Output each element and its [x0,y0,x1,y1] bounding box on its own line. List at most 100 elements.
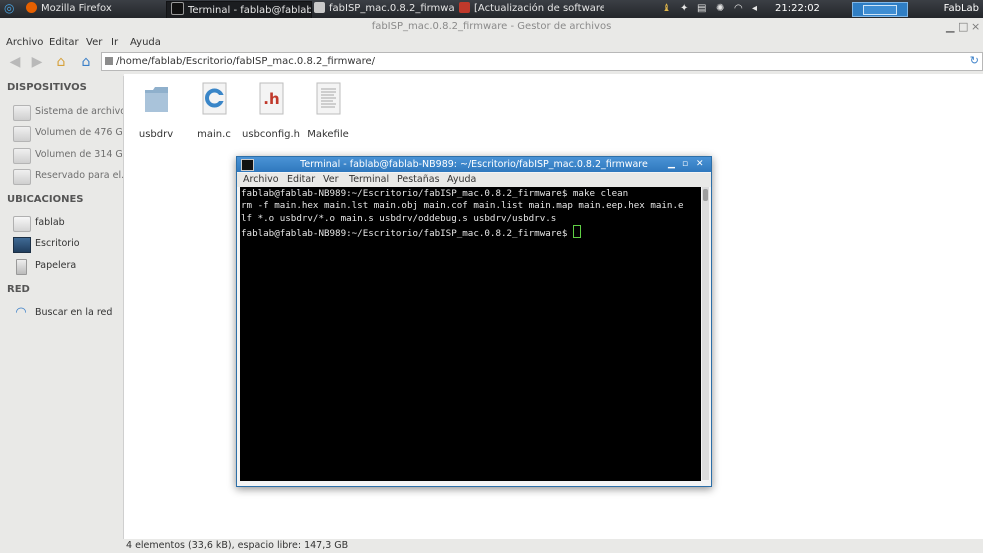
menu-ir[interactable]: Ir [111,35,118,50]
taskbar-file-manager[interactable]: fabISP_mac.0.8.2_firmwar... [310,1,454,17]
taskbar-software-update[interactable]: [Actualización de software] [455,1,604,17]
folder-icon [314,2,325,13]
back-icon[interactable]: ◀ [6,53,24,71]
terminal-line: rm -f main.hex main.lst main.obj main.co… [241,200,684,212]
drive-icon [13,169,31,185]
terminal-line: fablab@fablab-NB989:~/Escritorio/fabISP_… [241,188,629,199]
menu-terminal[interactable]: Terminal [349,173,389,187]
desktop-icon [13,237,31,253]
terminal-prompt: fablab@fablab-NB989:~/Escritorio/fabISP_… [241,227,573,239]
wifi-icon[interactable]: ◠ [734,2,743,16]
location-bar[interactable]: /home/fablab/Escritorio/fabISP_mac.0.8.2… [101,52,983,71]
file-name: Makefile [307,129,349,140]
c-source-icon [202,82,227,115]
h-header-icon: .h [259,82,284,115]
firefox-icon [26,2,37,13]
taskbar-terminal[interactable]: Terminal - fablab@fablab-... [166,1,312,19]
folder-icon [105,57,113,65]
sidebar-item-label: Papelera [35,260,77,271]
menu-ver[interactable]: Ver [86,35,102,50]
maximize-icon[interactable]: □ [958,20,968,33]
menu-archivo[interactable]: Archivo [243,173,279,187]
places-header: UBICACIONES [7,194,84,205]
power-icon[interactable]: ♝ [662,2,671,16]
terminal-window[interactable]: Terminal - fablab@fablab-NB989: ~/Escrit… [236,156,712,487]
location-path: /home/fablab/Escritorio/fabISP_mac.0.8.2… [116,56,376,67]
clock[interactable]: 21:22:02 [775,0,820,18]
settings-icon[interactable]: ✺ [716,2,724,16]
scrollbar-thumb[interactable] [703,189,708,201]
menu-ayuda[interactable]: Ayuda [447,173,476,187]
terminal-title: Terminal - fablab@fablab-NB989: ~/Escrit… [300,159,648,170]
window-title: fabISP_mac.0.8.2_firmware - Gestor de ar… [0,18,983,35]
taskbar-firefox[interactable]: Mozilla Firefox [22,1,166,17]
drive-icon [13,148,31,164]
folder-icon [145,87,168,112]
sidebar-item-label: Reservado para el... [35,170,123,181]
home-folder-icon [13,216,31,232]
terminal-scrollbar[interactable] [702,187,709,480]
network-header: RED [7,284,30,295]
workspace-name[interactable]: FabLab [944,0,979,18]
bluetooth-icon[interactable]: ✦ [680,2,688,16]
sidebar-item-label: Volumen de 476 GB [35,127,123,138]
volume-icon[interactable]: ◂ [752,2,757,16]
task-label: Mozilla Firefox [41,3,112,14]
menu-bar: Archivo Editar Ver Ir Ayuda [0,35,983,50]
menu-ver[interactable]: Ver [323,173,339,187]
sidebar-item-volume-476[interactable]: Volumen de 476 GB [13,125,123,143]
sidebar-item-label: Buscar en la red [35,307,113,318]
sidebar: DISPOSITIVOS Sistema de archivo... Volum… [0,76,123,539]
sidebar-item-reserved[interactable]: Reservado para el... [13,168,123,186]
trash-icon [16,259,27,275]
sidebar-item-fablab[interactable]: fablab [13,215,123,233]
sidebar-item-filesystem[interactable]: Sistema de archivo... [13,104,123,122]
workspace-switcher[interactable] [852,2,908,17]
up-icon[interactable]: ⌂ [52,53,70,71]
text-file-icon [316,82,341,115]
app-menu-icon[interactable]: ◎ [4,1,14,15]
forward-icon[interactable]: ▶ [28,53,46,71]
close-icon[interactable]: ✕ [696,157,704,172]
update-icon [459,2,470,13]
refresh-icon[interactable]: ↻ [970,54,979,67]
sidebar-item-label: Escritorio [35,238,80,249]
file-item-makefile[interactable]: Makefile [292,82,364,142]
home-icon[interactable]: ⌂ [77,53,95,71]
minimize-icon[interactable]: ▁ [946,20,954,33]
menu-pestanas[interactable]: Pestañas [397,173,440,187]
menu-ayuda[interactable]: Ayuda [130,35,161,50]
terminal-titlebar[interactable]: Terminal - fablab@fablab-NB989: ~/Escrit… [237,157,711,172]
terminal-icon [171,2,184,15]
status-bar: 4 elementos (33,6 kB), espacio libre: 14… [0,539,983,553]
clipboard-icon[interactable]: ▤ [697,2,706,16]
sidebar-item-volume-314[interactable]: Volumen de 314 GB [13,147,123,165]
terminal-prompt-line: fablab@fablab-NB989:~/Escritorio/fabISP_… [241,224,701,240]
network-icon: ◠ [15,305,27,320]
menu-editar[interactable]: Editar [49,35,79,50]
drive-icon [13,105,31,121]
svg-text:.h: .h [263,90,279,108]
sidebar-item-papelera[interactable]: Papelera [13,258,123,276]
sidebar-item-label: Volumen de 314 GB [35,149,123,160]
menu-editar[interactable]: Editar [287,173,315,187]
drive-icon [13,126,31,142]
terminal-menu-bar: Archivo Editar Ver Terminal Pestañas Ayu… [237,173,711,187]
terminal-line: lf *.o usbdrv/*.o main.s usbdrv/oddebug.… [241,212,557,224]
close-icon[interactable]: × [971,20,980,33]
sidebar-item-escritorio[interactable]: Escritorio [13,236,123,254]
devices-header: DISPOSITIVOS [7,82,87,93]
menu-archivo[interactable]: Archivo [6,35,43,50]
sidebar-item-label: fablab [35,217,65,228]
maximize-icon[interactable]: ▫ [682,157,688,172]
minimize-icon[interactable]: ▁ [668,157,675,172]
task-label: Terminal - fablab@fablab-... [188,5,311,16]
task-label: fabISP_mac.0.8.2_firmwar... [329,3,454,14]
sidebar-item-search-network[interactable]: ◠ Buscar en la red [13,305,123,323]
status-text: 4 elementos (33,6 kB), espacio libre: 14… [126,540,349,551]
sidebar-item-label: Sistema de archivo... [35,106,123,117]
task-label: [Actualización de software] [474,3,604,14]
terminal-cursor [572,224,581,238]
top-panel: ◎ Mozilla Firefox Terminal - fablab@fabl… [0,0,983,19]
terminal-screen[interactable]: fablab@fablab-NB989:~/Escritorio/fabISP_… [240,187,701,481]
